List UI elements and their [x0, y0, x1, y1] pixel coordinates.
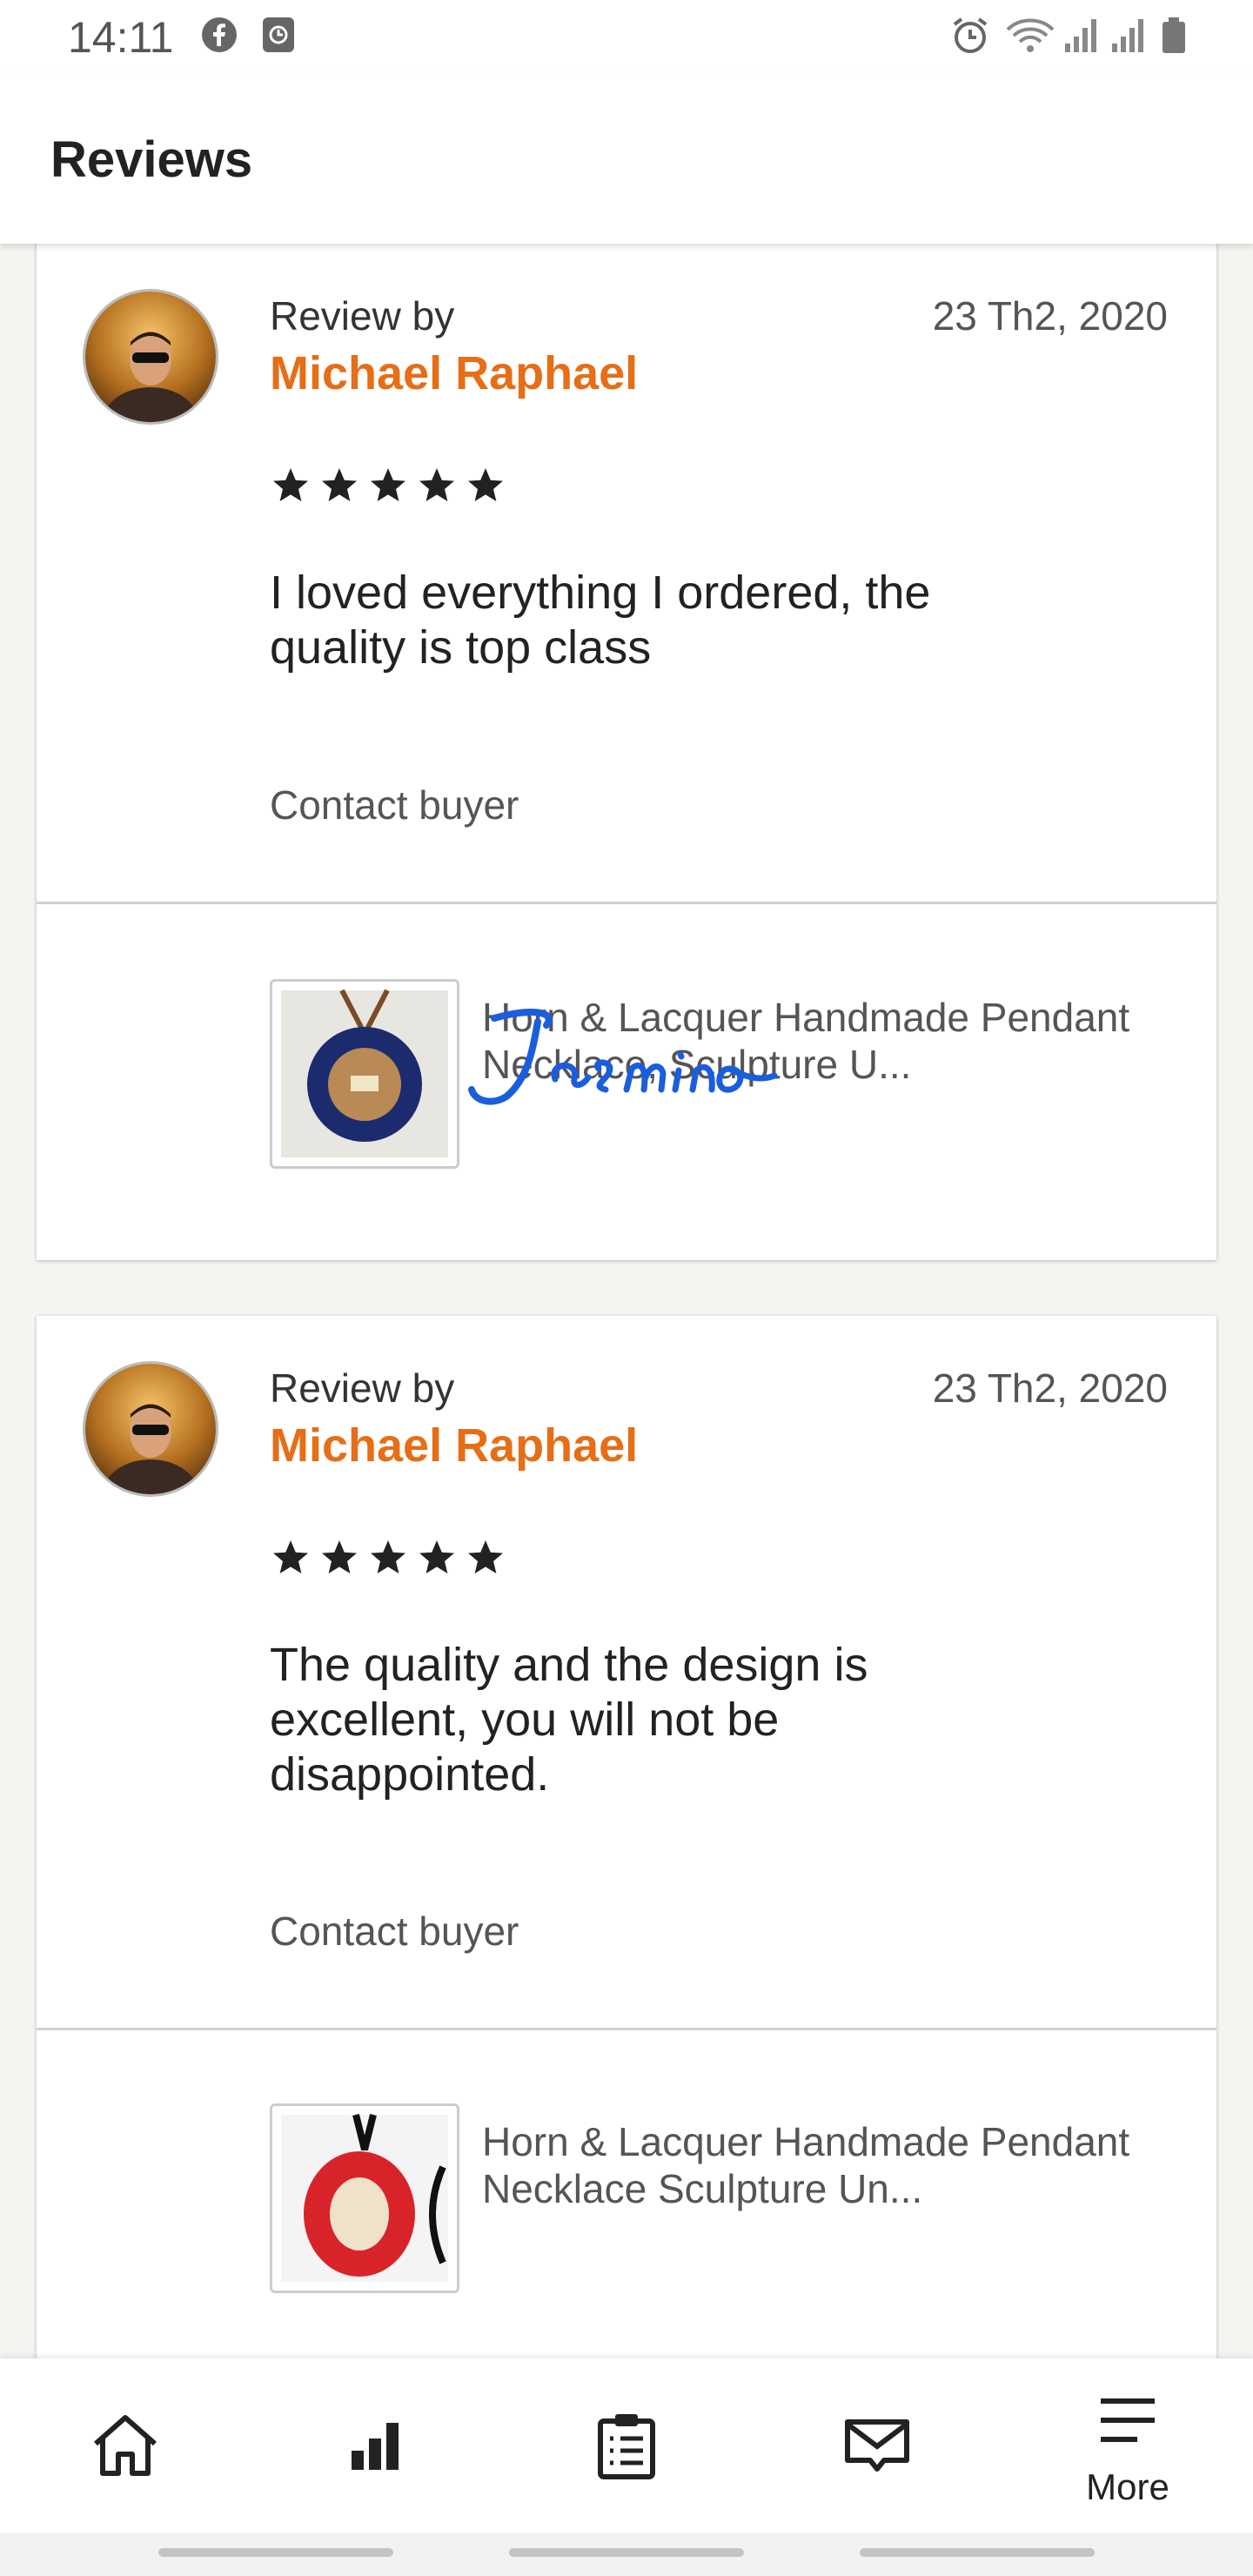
- gesture-pill[interactable]: [158, 2548, 393, 2557]
- signal-icon: [1110, 16, 1149, 60]
- battery-icon: [1161, 16, 1187, 60]
- avatar[interactable]: [85, 1364, 216, 1494]
- nav-orders[interactable]: [531, 2358, 722, 2532]
- review-text: I loved everything I ordered, the qualit…: [270, 567, 931, 674]
- review-date: 23 Th2, 2020: [932, 1365, 1168, 1411]
- star-icon: [468, 1540, 503, 1573]
- star-rating: [270, 465, 506, 506]
- star-icon: [273, 468, 308, 501]
- orders-icon: [598, 2414, 655, 2479]
- divider: [37, 902, 1216, 904]
- nav-messages[interactable]: [781, 2358, 973, 2532]
- contact-buyer-link[interactable]: Contact buyer: [270, 1908, 519, 1955]
- status-time: 14:11: [68, 13, 174, 62]
- review-by-label: Review by: [270, 293, 455, 339]
- reviews-list[interactable]: Review by Michael Raphael 23 Th2, 2020 I…: [0, 244, 1253, 2358]
- product-title[interactable]: Horn & Lacquer Handmade Pendant Necklace…: [482, 994, 1196, 1088]
- star-icon: [419, 468, 454, 501]
- gesture-pill[interactable]: [860, 2548, 1095, 2557]
- star-icon: [322, 468, 357, 501]
- status-bar: 14:11: [0, 0, 1253, 73]
- review-text: The quality and the design is excellent,…: [270, 1639, 868, 1801]
- review-card: Review by Michael Raphael 23 Th2, 2020 T…: [37, 1316, 1216, 2358]
- product-thumbnail[interactable]: [270, 2103, 459, 2293]
- review-card: Review by Michael Raphael 23 Th2, 2020 I…: [37, 244, 1216, 1260]
- reviewer-name[interactable]: Michael Raphael: [270, 1419, 638, 1472]
- nav-stats[interactable]: [280, 2358, 472, 2532]
- star-icon: [322, 1540, 357, 1573]
- avatar[interactable]: [85, 292, 216, 422]
- messages-icon: [845, 2419, 909, 2472]
- contact-buyer-link[interactable]: Contact buyer: [270, 782, 519, 828]
- gesture-pill[interactable]: [509, 2548, 744, 2557]
- review-by-label: Review by: [270, 1365, 455, 1411]
- reviewer-name[interactable]: Michael Raphael: [270, 346, 638, 400]
- nav-more[interactable]: More: [1032, 2358, 1223, 2532]
- nav-more-label: More: [1086, 2466, 1169, 2507]
- stats-icon: [352, 2423, 399, 2470]
- bottom-nav: More: [0, 2358, 1253, 2532]
- star-rating: [270, 1537, 506, 1579]
- divider: [37, 2028, 1216, 2030]
- system-gesture-bar: [0, 2532, 1253, 2576]
- star-icon: [273, 1540, 308, 1573]
- page-title: Reviews: [50, 131, 253, 188]
- signal-icon: [1063, 16, 1102, 60]
- wifi-icon: [1004, 16, 1056, 60]
- star-icon: [371, 468, 405, 501]
- star-icon: [371, 1540, 405, 1573]
- review-date: 23 Th2, 2020: [932, 293, 1168, 339]
- star-icon: [468, 468, 503, 501]
- alarm-icon: [950, 16, 990, 60]
- menu-icon: [1101, 2398, 1155, 2442]
- product-thumbnail[interactable]: [270, 979, 459, 1169]
- clock-app-icon: [261, 16, 296, 58]
- nav-home[interactable]: [30, 2358, 221, 2532]
- home-icon: [94, 2415, 157, 2476]
- star-icon: [419, 1540, 454, 1573]
- product-title[interactable]: Horn & Lacquer Handmade Pendant Necklace…: [482, 2118, 1196, 2212]
- app-header: Reviews: [0, 73, 1253, 244]
- facebook-icon: [200, 16, 238, 58]
